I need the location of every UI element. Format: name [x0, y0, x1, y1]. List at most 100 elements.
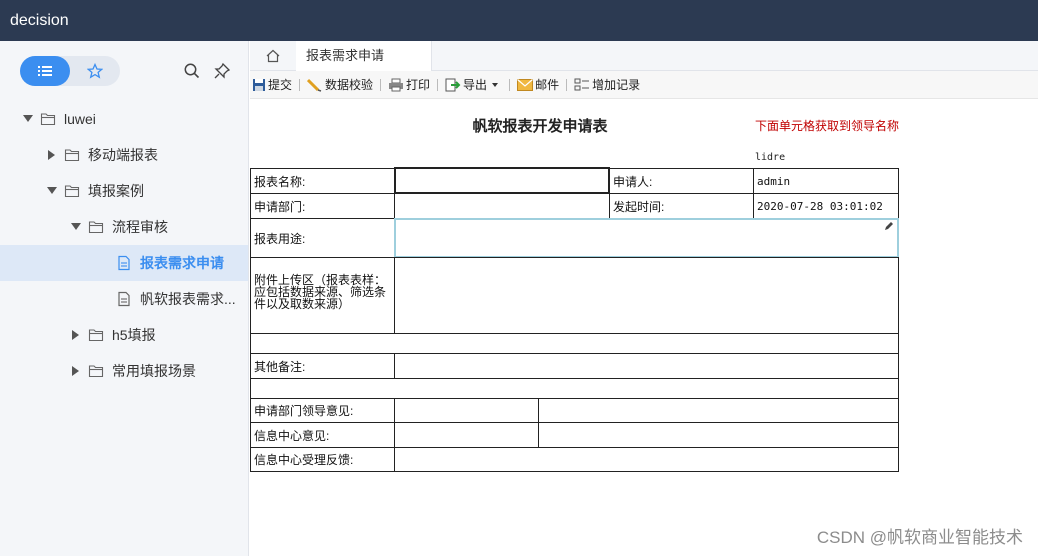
watermark: CSDN @帆软商业智能技术 [816, 528, 1023, 547]
toolbar-divider [299, 78, 301, 91]
time-value: 2020-07-28 03:01:02 [753, 193, 899, 219]
label-dept: 申请部门: [250, 193, 395, 219]
report-name-input[interactable] [394, 167, 610, 194]
report-toolbar: 提交 数据校验 打印 导出 邮件 增加记录 [250, 71, 1038, 99]
add-record-icon [574, 78, 590, 90]
tree-item-mobile-reports[interactable]: 移动端报表 [0, 137, 248, 173]
tab-bar: 报表需求申请 [250, 41, 1038, 71]
add-record-button[interactable]: 增加记录 [572, 75, 642, 95]
toolbar-divider [566, 78, 568, 91]
folder-icon [64, 185, 80, 198]
sidebar-tools [0, 41, 248, 101]
favorites-button[interactable] [70, 56, 120, 86]
export-icon [445, 78, 461, 91]
pencil-check-icon [307, 78, 322, 92]
sidebar: luwei 移动端报表 填报案例 流程审核 报表需求申请 帆软报表需求... h… [0, 41, 249, 556]
label-time: 发起时间: [609, 193, 754, 219]
printer-icon [389, 78, 404, 91]
applicant-value: admin [753, 168, 899, 194]
caret-right-icon[interactable] [70, 365, 82, 377]
spacer-row [250, 378, 899, 399]
submit-label: 提交 [268, 78, 293, 92]
file-icon [118, 291, 130, 307]
report-title: 帆软报表开发申请表 [472, 117, 608, 135]
app-window: decision luwei 移动端报表 填报案例 流程审核 报表需求申请 帆软… [0, 0, 1038, 556]
folder-icon [88, 365, 104, 378]
tree-item-label: h5填报 [112, 327, 156, 343]
directory-tree: luwei 移动端报表 填报案例 流程审核 报表需求申请 帆软报表需求... h… [0, 101, 248, 389]
tree-item-fill-cases[interactable]: 填报案例 [0, 173, 248, 209]
folder-icon [40, 113, 56, 126]
tree-item-workflow-review[interactable]: 流程审核 [0, 209, 248, 245]
export-button[interactable]: 导出 [443, 75, 504, 95]
label-dept-opinion: 申请部门领导意见: [250, 398, 395, 423]
leader-note: 下面单元格获取到领导名称 [755, 119, 900, 133]
label-applicant: 申请人: [609, 168, 754, 194]
caret-right-icon[interactable] [70, 329, 82, 341]
attachment-area[interactable] [394, 257, 899, 334]
caret-down-icon[interactable] [70, 221, 82, 233]
label-info-opinion: 信息中心意见: [250, 422, 395, 448]
folder-icon [88, 221, 104, 234]
save-icon [253, 78, 265, 91]
add-record-label: 增加记录 [592, 78, 641, 92]
list-icon [38, 66, 52, 76]
info-feedback-input[interactable] [394, 447, 899, 472]
caret-down-icon[interactable] [46, 185, 58, 197]
tree-item-fanruan-request[interactable]: 帆软报表需求... [0, 281, 248, 317]
file-icon [118, 255, 130, 271]
print-button[interactable]: 打印 [386, 75, 432, 95]
pencil-icon [885, 222, 893, 230]
info-opinion-input[interactable] [538, 422, 899, 448]
tree-item-label: luwei [64, 111, 96, 127]
print-label: 打印 [406, 78, 431, 92]
list-view-button[interactable] [20, 56, 70, 86]
report-sheet: 帆软报表开发申请表 下面单元格获取到领导名称 lidre 报表名称: 申请人: … [250, 99, 1038, 556]
home-tab[interactable] [250, 41, 296, 71]
submit-button[interactable]: 提交 [250, 75, 294, 95]
label-remark: 其他备注: [250, 353, 395, 379]
home-icon [266, 49, 280, 63]
tree-item-label: 填报案例 [88, 183, 144, 199]
main-area: 报表需求申请 提交 数据校验 打印 导出 邮件 增加记录 帆软报表开发申请表 下… [250, 41, 1038, 556]
tree-item-common-scenes[interactable]: 常用填报场景 [0, 353, 248, 389]
tree-item-label: 移动端报表 [88, 147, 158, 163]
spacer-row [250, 333, 899, 354]
tree-item-report-request[interactable]: 报表需求申请 [0, 245, 248, 281]
toolbar-divider [437, 78, 439, 91]
tree-item-luwei[interactable]: luwei [0, 101, 248, 137]
caret-down-icon[interactable] [22, 113, 34, 125]
toolbar-divider [380, 78, 382, 91]
remark-input[interactable] [394, 353, 899, 379]
pin-icon[interactable] [213, 62, 231, 80]
tree-item-label: 常用填报场景 [112, 363, 196, 379]
search-icon[interactable] [183, 62, 201, 80]
tree-item-label: 流程审核 [112, 219, 168, 235]
view-toggle [20, 56, 120, 86]
label-usage: 报表用途: [250, 218, 395, 258]
verify-button[interactable]: 数据校验 [305, 75, 375, 95]
tree-item-label: 帆软报表需求... [140, 291, 236, 307]
label-attachment: 附件上传区（报表表样：应包括数据来源、筛选条件以及取数来源） [250, 257, 395, 334]
mail-label: 邮件 [535, 78, 560, 92]
tree-item-h5-fill[interactable]: h5填报 [0, 317, 248, 353]
mail-button[interactable]: 邮件 [515, 75, 561, 95]
app-title: decision [0, 0, 1038, 41]
mail-icon [517, 78, 534, 91]
folder-icon [88, 329, 104, 342]
tab-report-request[interactable]: 报表需求申请 [296, 41, 432, 71]
info-opinion-cell[interactable] [394, 422, 539, 448]
dept-input[interactable] [394, 193, 610, 219]
label-report-name: 报表名称: [250, 168, 395, 194]
dept-opinion-input[interactable] [538, 398, 899, 423]
caret-right-icon[interactable] [46, 149, 58, 161]
folder-icon [64, 149, 80, 162]
toolbar-divider [509, 78, 511, 91]
star-icon [87, 63, 103, 79]
dept-opinion-cell[interactable] [394, 398, 539, 423]
usage-input[interactable] [394, 218, 899, 258]
export-label: 导出 [463, 78, 488, 92]
tree-item-label: 报表需求申请 [140, 255, 224, 271]
label-info-feedback: 信息中心受理反馈: [250, 447, 395, 472]
chevron-down-icon [492, 82, 499, 87]
